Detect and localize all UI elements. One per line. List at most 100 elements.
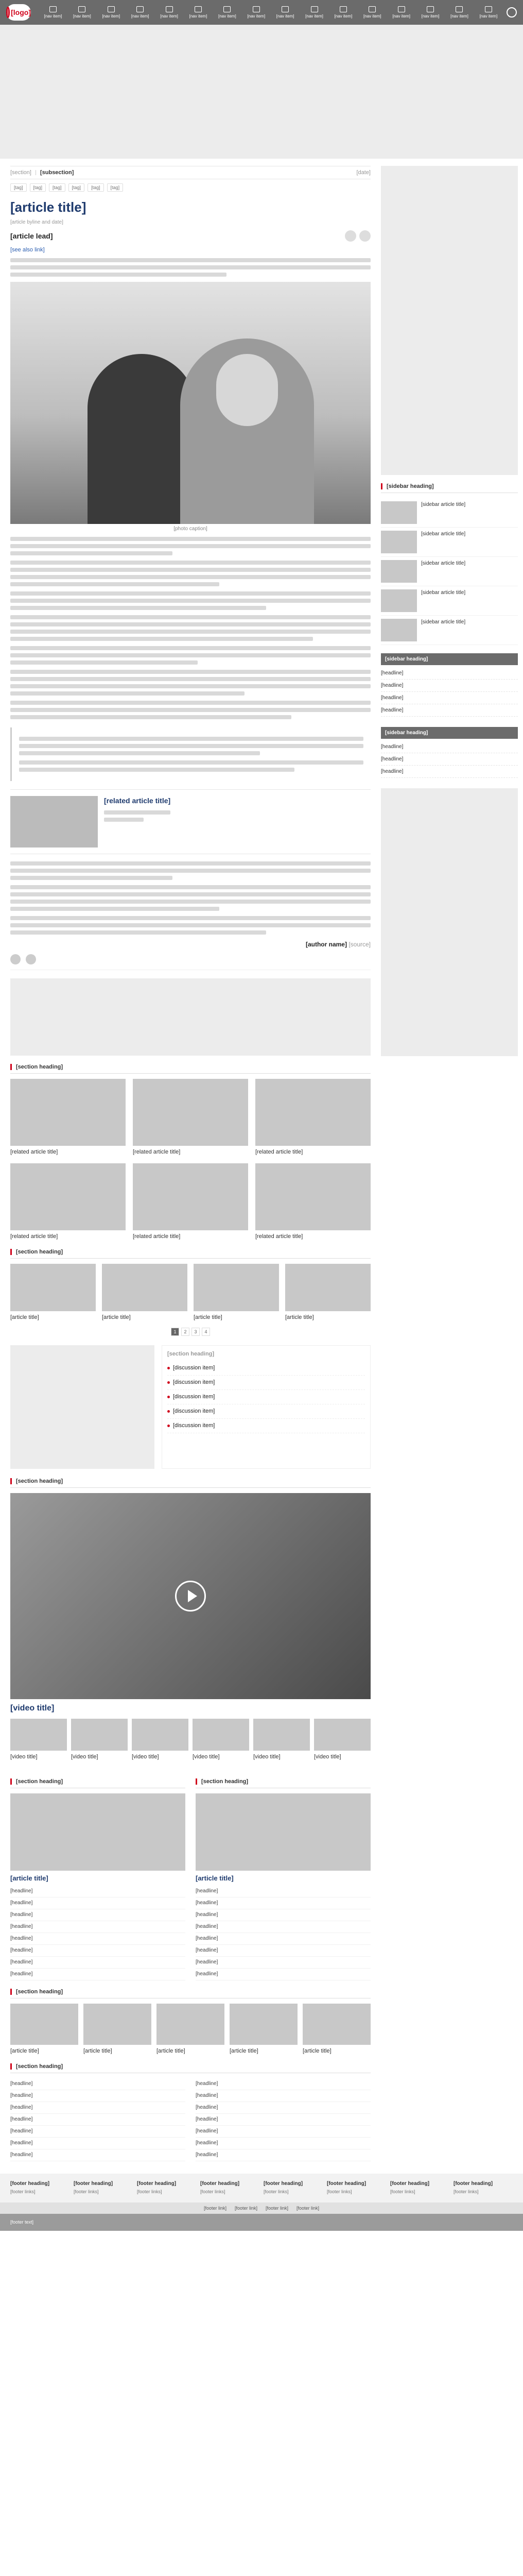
headline-link[interactable]: [headline] <box>196 2114 371 2126</box>
nav-item[interactable]: [nav item] <box>389 6 414 19</box>
tag-link[interactable]: [tag] <box>88 183 104 192</box>
inline-ad[interactable] <box>10 978 371 1056</box>
tag-link[interactable]: [tag] <box>29 183 46 192</box>
footer-bar-link[interactable]: [footer link] <box>297 2206 319 2211</box>
headline-link[interactable]: [headline] <box>196 1897 371 1909</box>
sidebar-article[interactable]: [sidebar article title] <box>381 528 518 557</box>
see-also-link[interactable]: [see also link] <box>10 247 371 253</box>
related-title[interactable]: [related article title] <box>104 796 170 805</box>
footer-heading[interactable]: [footer heading] <box>137 2181 196 2187</box>
video-thumb[interactable]: [video title] <box>10 1719 67 1761</box>
headline-link[interactable]: [headline] <box>10 1945 185 1957</box>
nav-item[interactable]: [nav item] <box>302 6 327 19</box>
nav-item[interactable]: [nav item] <box>69 6 95 19</box>
footer-bar-link[interactable]: [footer link] <box>266 2206 288 2211</box>
nav-item[interactable]: [nav item] <box>359 6 385 19</box>
discussion-item[interactable]: [discussion item] <box>167 1404 365 1419</box>
discussion-item[interactable]: [discussion item] <box>167 1376 365 1390</box>
top-banner-ad[interactable] <box>0 25 523 159</box>
article-card[interactable]: [article title] <box>303 2004 371 2055</box>
footer-bar-link[interactable]: [footer link] <box>204 2206 226 2211</box>
breadcrumb-section[interactable]: [section] <box>10 170 31 176</box>
video-player[interactable] <box>10 1493 371 1699</box>
footer-links[interactable]: [footer links] <box>454 2189 513 2195</box>
article-card[interactable]: [related article title] <box>10 1163 126 1241</box>
headline-link[interactable]: [headline] <box>196 1909 371 1921</box>
article-card[interactable]: [article title] <box>285 1264 371 1321</box>
headline-link[interactable]: [headline] <box>196 1957 371 1969</box>
video-thumb[interactable]: [video title] <box>132 1719 188 1761</box>
article-card[interactable]: [related article title] <box>10 1079 126 1156</box>
video-thumb[interactable]: [video title] <box>71 1719 128 1761</box>
comment-icon[interactable] <box>26 954 36 964</box>
headline-link[interactable]: [headline] <box>10 2078 185 2090</box>
bookmark-icon[interactable] <box>359 230 371 242</box>
article-card[interactable]: [article title] <box>10 2004 78 2055</box>
article-card[interactable]: [related article title] <box>255 1079 371 1156</box>
footer-heading[interactable]: [footer heading] <box>74 2181 133 2187</box>
tag-link[interactable]: [tag] <box>10 183 27 192</box>
video-thumb[interactable]: [video title] <box>193 1719 249 1761</box>
nav-item[interactable]: [nav item] <box>417 6 443 19</box>
video-thumb[interactable]: [video title] <box>314 1719 371 1761</box>
page-number[interactable]: 1 <box>171 1328 179 1336</box>
nav-item[interactable]: [nav item] <box>446 6 472 19</box>
mid-ad[interactable] <box>10 1345 154 1469</box>
article-card[interactable]: [related article title] <box>255 1163 371 1241</box>
inline-related[interactable]: [related article title] <box>10 789 371 854</box>
sidebar-link[interactable]: [headline] <box>381 753 518 766</box>
headline-link[interactable]: [headline] <box>196 2102 371 2114</box>
headline-link[interactable]: [headline] <box>10 1909 185 1921</box>
nav-item[interactable]: [nav item] <box>330 6 356 19</box>
tag-link[interactable]: [tag] <box>49 183 65 192</box>
footer-links[interactable]: [footer links] <box>390 2189 449 2195</box>
discussion-item[interactable]: [discussion item] <box>167 1361 365 1376</box>
article-card[interactable]: [article title] <box>102 1264 187 1321</box>
headline-link[interactable]: [headline] <box>196 1921 371 1933</box>
site-logo[interactable]: [logo] <box>6 4 31 21</box>
footer-heading[interactable]: [footer heading] <box>264 2181 323 2187</box>
page-number[interactable]: 2 <box>181 1328 189 1336</box>
headline-link[interactable]: [headline] <box>196 1945 371 1957</box>
article-card[interactable]: [article title] <box>194 1264 279 1321</box>
article-card[interactable]: [article title] <box>83 2004 151 2055</box>
sidebar-link[interactable]: [headline] <box>381 692 518 704</box>
footer-heading[interactable]: [footer heading] <box>327 2181 386 2187</box>
headline-link[interactable]: [headline] <box>10 1933 185 1945</box>
search-icon[interactable] <box>507 7 517 18</box>
footer-links[interactable]: [footer links] <box>10 2189 69 2195</box>
discussion-item[interactable]: [discussion item] <box>167 1419 365 1433</box>
footer-links[interactable]: [footer links] <box>264 2189 323 2195</box>
headline-link[interactable]: [headline] <box>10 2126 185 2138</box>
page-number[interactable]: 4 <box>202 1328 210 1336</box>
share-icon[interactable] <box>345 230 356 242</box>
headline-link[interactable]: [headline] <box>196 2149 371 2161</box>
sidebar-ad[interactable] <box>381 166 518 475</box>
left-lead-title[interactable]: [article title] <box>10 1874 185 1883</box>
sidebar-link[interactable]: [headline] <box>381 766 518 778</box>
article-card[interactable]: [article title] <box>156 2004 224 2055</box>
like-icon[interactable] <box>10 954 21 964</box>
left-lead-image[interactable] <box>10 1793 185 1871</box>
headline-link[interactable]: [headline] <box>196 1886 371 1897</box>
nav-item[interactable]: [nav item] <box>98 6 124 19</box>
headline-link[interactable]: [headline] <box>10 1921 185 1933</box>
headline-link[interactable]: [headline] <box>10 1897 185 1909</box>
footer-heading[interactable]: [footer heading] <box>454 2181 513 2187</box>
sidebar-link[interactable]: [headline] <box>381 704 518 717</box>
headline-link[interactable]: [headline] <box>196 2138 371 2149</box>
nav-item[interactable]: [nav item] <box>127 6 153 19</box>
sidebar-article[interactable]: [sidebar article title] <box>381 557 518 586</box>
page-number[interactable]: 3 <box>191 1328 200 1336</box>
headline-link[interactable]: [headline] <box>196 2090 371 2102</box>
sidebar-article[interactable]: [sidebar article title] <box>381 498 518 528</box>
sidebar-ad-2[interactable] <box>381 788 518 1056</box>
nav-item[interactable]: [nav item] <box>476 6 501 19</box>
headline-link[interactable]: [headline] <box>10 1957 185 1969</box>
headline-link[interactable]: [headline] <box>196 1933 371 1945</box>
headline-link[interactable]: [headline] <box>10 2090 185 2102</box>
footer-bar-link[interactable]: [footer link] <box>235 2206 257 2211</box>
right-lead-image[interactable] <box>196 1793 371 1871</box>
video-thumb[interactable]: [video title] <box>253 1719 310 1761</box>
headline-link[interactable]: [headline] <box>10 1969 185 1980</box>
